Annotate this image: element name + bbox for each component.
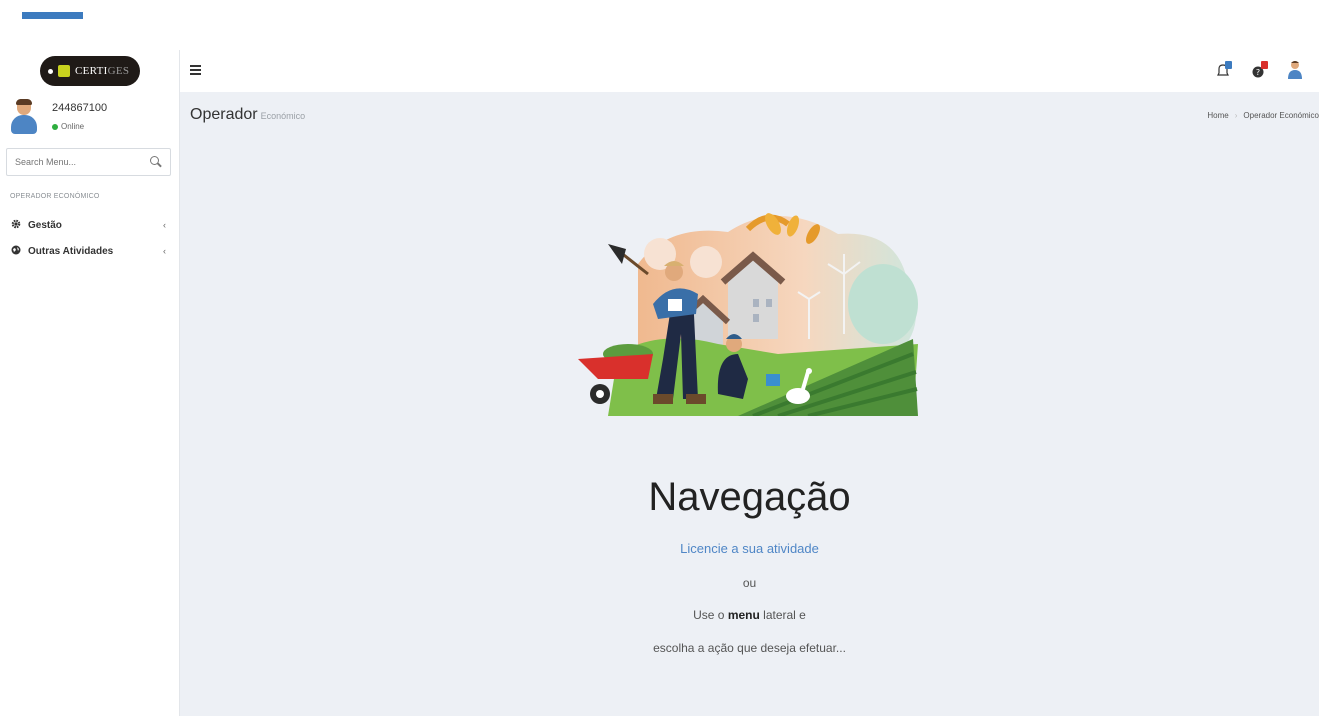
user-icon[interactable] (1287, 60, 1303, 80)
main-content: Operador Económico Home › Operador Económ… (180, 92, 1319, 716)
sidebar-search (6, 148, 171, 176)
sidebar-section-header: OPERADOR ECONÓMICO (10, 193, 100, 200)
logo-area[interactable]: CERTIGES (0, 50, 180, 92)
avatar (10, 99, 38, 134)
breadcrumb-separator: › (1234, 111, 1238, 120)
or-text: ou (742, 576, 757, 590)
logo-text: CERTIGES (75, 65, 130, 77)
sidebar-item-gestao[interactable]: Gestão ‹ (10, 216, 166, 234)
top-accent-bar (22, 12, 83, 19)
brand-logo[interactable]: CERTIGES (40, 56, 140, 86)
sidebar-item-label: Gestão (28, 219, 62, 231)
sidebar-item-outras-atividades[interactable]: Outras Atividades ‹ (10, 242, 166, 260)
instruction-line-2: escolha a ação que deseja efetuar... (653, 641, 846, 655)
farm-illustration (578, 213, 918, 416)
page-title: Operador Económico (190, 106, 306, 123)
online-dot-icon (52, 123, 58, 130)
logo-mark-icon (58, 65, 70, 77)
sidebar-toggle-button[interactable] (190, 65, 201, 75)
chevron-left-icon: ‹ (163, 220, 166, 230)
top-header: ? (180, 50, 1319, 92)
breadcrumb-current: Operador Económico (1243, 111, 1319, 120)
svg-text:?: ? (1256, 68, 1260, 77)
license-activity-link[interactable]: Licencie a sua atividade (180, 541, 1319, 556)
header-icons: ? (1215, 60, 1303, 80)
search-icon[interactable] (150, 156, 162, 168)
question-icon[interactable]: ? (1251, 60, 1268, 80)
globe-icon (10, 245, 22, 258)
breadcrumb: Home › Operador Económico (1207, 111, 1319, 120)
bell-icon[interactable] (1215, 60, 1232, 80)
page-subtitle: Económico (260, 111, 306, 121)
user-status: Online (52, 122, 107, 131)
gear-icon (10, 219, 22, 232)
user-name: 244867100 (52, 102, 108, 114)
user-panel: 244867100 Online (10, 99, 108, 134)
instruction-line-1: Use o menu lateral e (693, 608, 806, 622)
logo-dot (48, 68, 53, 74)
chevron-left-icon: ‹ (163, 246, 166, 256)
sidebar-item-label: Outras Atividades (28, 245, 114, 257)
sidebar: CERTIGES 244867100 Online OPERADOR ECONÓ… (0, 50, 180, 716)
breadcrumb-home-link[interactable]: Home (1207, 111, 1228, 120)
search-input[interactable] (15, 157, 150, 167)
navigation-heading: Navegação (648, 475, 851, 519)
